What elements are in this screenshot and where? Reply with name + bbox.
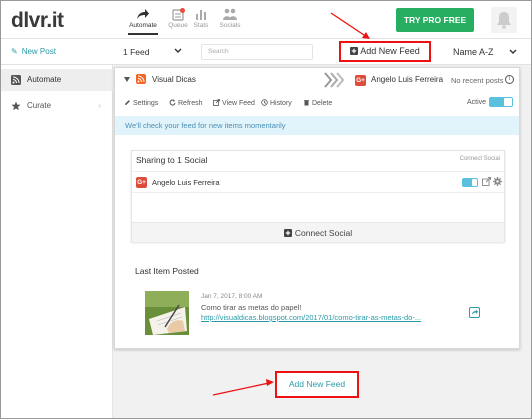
app-logo[interactable]: dlvr.it [11,9,64,33]
feed-actions: Settings Refresh View Feed History Delet… [115,96,519,112]
sidebar-item-label: Automate [27,75,62,84]
social-account-name: Angelo Luis Ferreira [152,178,220,187]
feed-name[interactable]: Visual Dicas [152,75,196,84]
history-button[interactable]: History [261,99,292,107]
top-bar: dlvr.it Automate Queue Stats Socials TRY… [1,1,531,39]
info-icon[interactable]: i [505,75,514,84]
feed-status: No recent posts [451,76,504,85]
post-link[interactable]: http://visualdicas.blogspot.com/2017/01/… [201,313,421,322]
new-post-button[interactable]: ✎ New Post [11,47,56,56]
try-pro-button[interactable]: TRY PRO FREE [396,8,474,32]
feed-social-user: Angelo Luis Ferreira [371,75,444,84]
gear-icon[interactable] [493,177,502,186]
external-link-icon[interactable] [482,177,491,186]
tab-socials[interactable]: Socials [212,7,248,29]
active-tab-indicator [128,33,158,35]
last-item-post: Jan 7, 2017, 8:00 AM Como tirar as metas… [131,283,505,335]
sort-select[interactable]: Name A-Z [453,47,494,57]
post-date: Jan 7, 2017, 8:00 AM [201,293,263,300]
external-link-icon [213,99,220,106]
annotation-arrow-bottom [212,379,274,396]
sidebar-item-label: Curate [27,101,52,110]
stats-icon [196,10,206,20]
delete-label: Delete [312,100,333,107]
history-label: History [270,100,292,107]
search-input[interactable]: Search [201,44,313,60]
tab-socials-label: Socials [219,22,241,29]
settings-label: Settings [133,100,159,107]
post-thumbnail[interactable] [145,291,189,335]
tab-automate-label: Automate [129,22,157,29]
sidebar-item-automate[interactable]: Automate [1,69,113,91]
refresh-button[interactable]: Refresh [169,99,203,107]
pencil-icon: ✎ [11,47,18,56]
view-feed-label: View Feed [222,100,255,107]
active-label: Active [467,99,487,106]
plus-square-icon [283,229,292,237]
caret-down-icon[interactable] [124,77,130,82]
google-plus-icon: G+ [136,177,147,188]
socials-icon [223,8,237,20]
info-message: We'll check your feed for new items mome… [115,116,519,135]
trash-icon [304,100,309,106]
flow-arrows-icon [324,72,345,88]
last-item-heading: Last Item Posted [135,266,199,276]
social-toggle[interactable] [462,178,478,187]
chevron-down-icon[interactable] [508,47,518,57]
add-new-feed-label: Add New Feed [360,46,420,56]
add-new-feed-button[interactable]: Add New Feed [339,41,431,62]
sidebar: Automate Curate › [1,65,113,418]
active-toggle[interactable] [489,97,513,107]
rss-icon [11,75,21,85]
feed-select[interactable]: 1 Feed [123,47,149,57]
settings-button[interactable]: Settings [124,99,158,107]
rss-feed-icon [136,74,146,84]
post-title: Como tirar as metas do papel! [201,303,302,312]
chevron-down-icon[interactable] [173,46,183,56]
sharing-card: Sharing to 1 Social Connect Social G+ An… [131,150,505,242]
google-plus-icon: G+ [355,75,366,86]
pencil-icon [125,100,130,105]
connect-social-label: Connect Social [294,228,353,238]
history-icon [261,99,268,106]
view-feed-button[interactable]: View Feed [213,99,255,107]
app-window: dlvr.it Automate Queue Stats Socials TRY… [0,0,532,419]
sidebar-item-curate[interactable]: Curate › [1,95,113,117]
plus-square-icon [350,47,359,55]
share-arrow-icon [137,9,149,19]
feed-panel: Visual Dicas G+ Angelo Luis Ferreira No … [114,67,520,349]
chevron-right-icon: › [98,101,101,110]
refresh-icon [169,99,176,106]
feed-header[interactable]: Visual Dicas G+ Angelo Luis Ferreira No … [115,68,519,92]
tab-stats-label: Stats [193,22,209,29]
connect-social-button[interactable]: Connect Social [132,222,504,242]
tab-automate[interactable]: Automate [125,7,161,35]
bell-icon[interactable] [491,7,517,33]
star-icon [11,101,21,111]
new-post-label: New Post [21,47,56,56]
share-icon[interactable] [469,307,480,318]
refresh-label: Refresh [178,100,203,107]
social-account-row: G+ Angelo Luis Ferreira [132,171,504,193]
delete-button[interactable]: Delete [303,99,332,107]
connect-social-link[interactable]: Connect Social [460,156,500,162]
add-new-feed-bottom-button[interactable]: Add New Feed [275,371,359,398]
sharing-title: Sharing to 1 Social [136,155,208,165]
